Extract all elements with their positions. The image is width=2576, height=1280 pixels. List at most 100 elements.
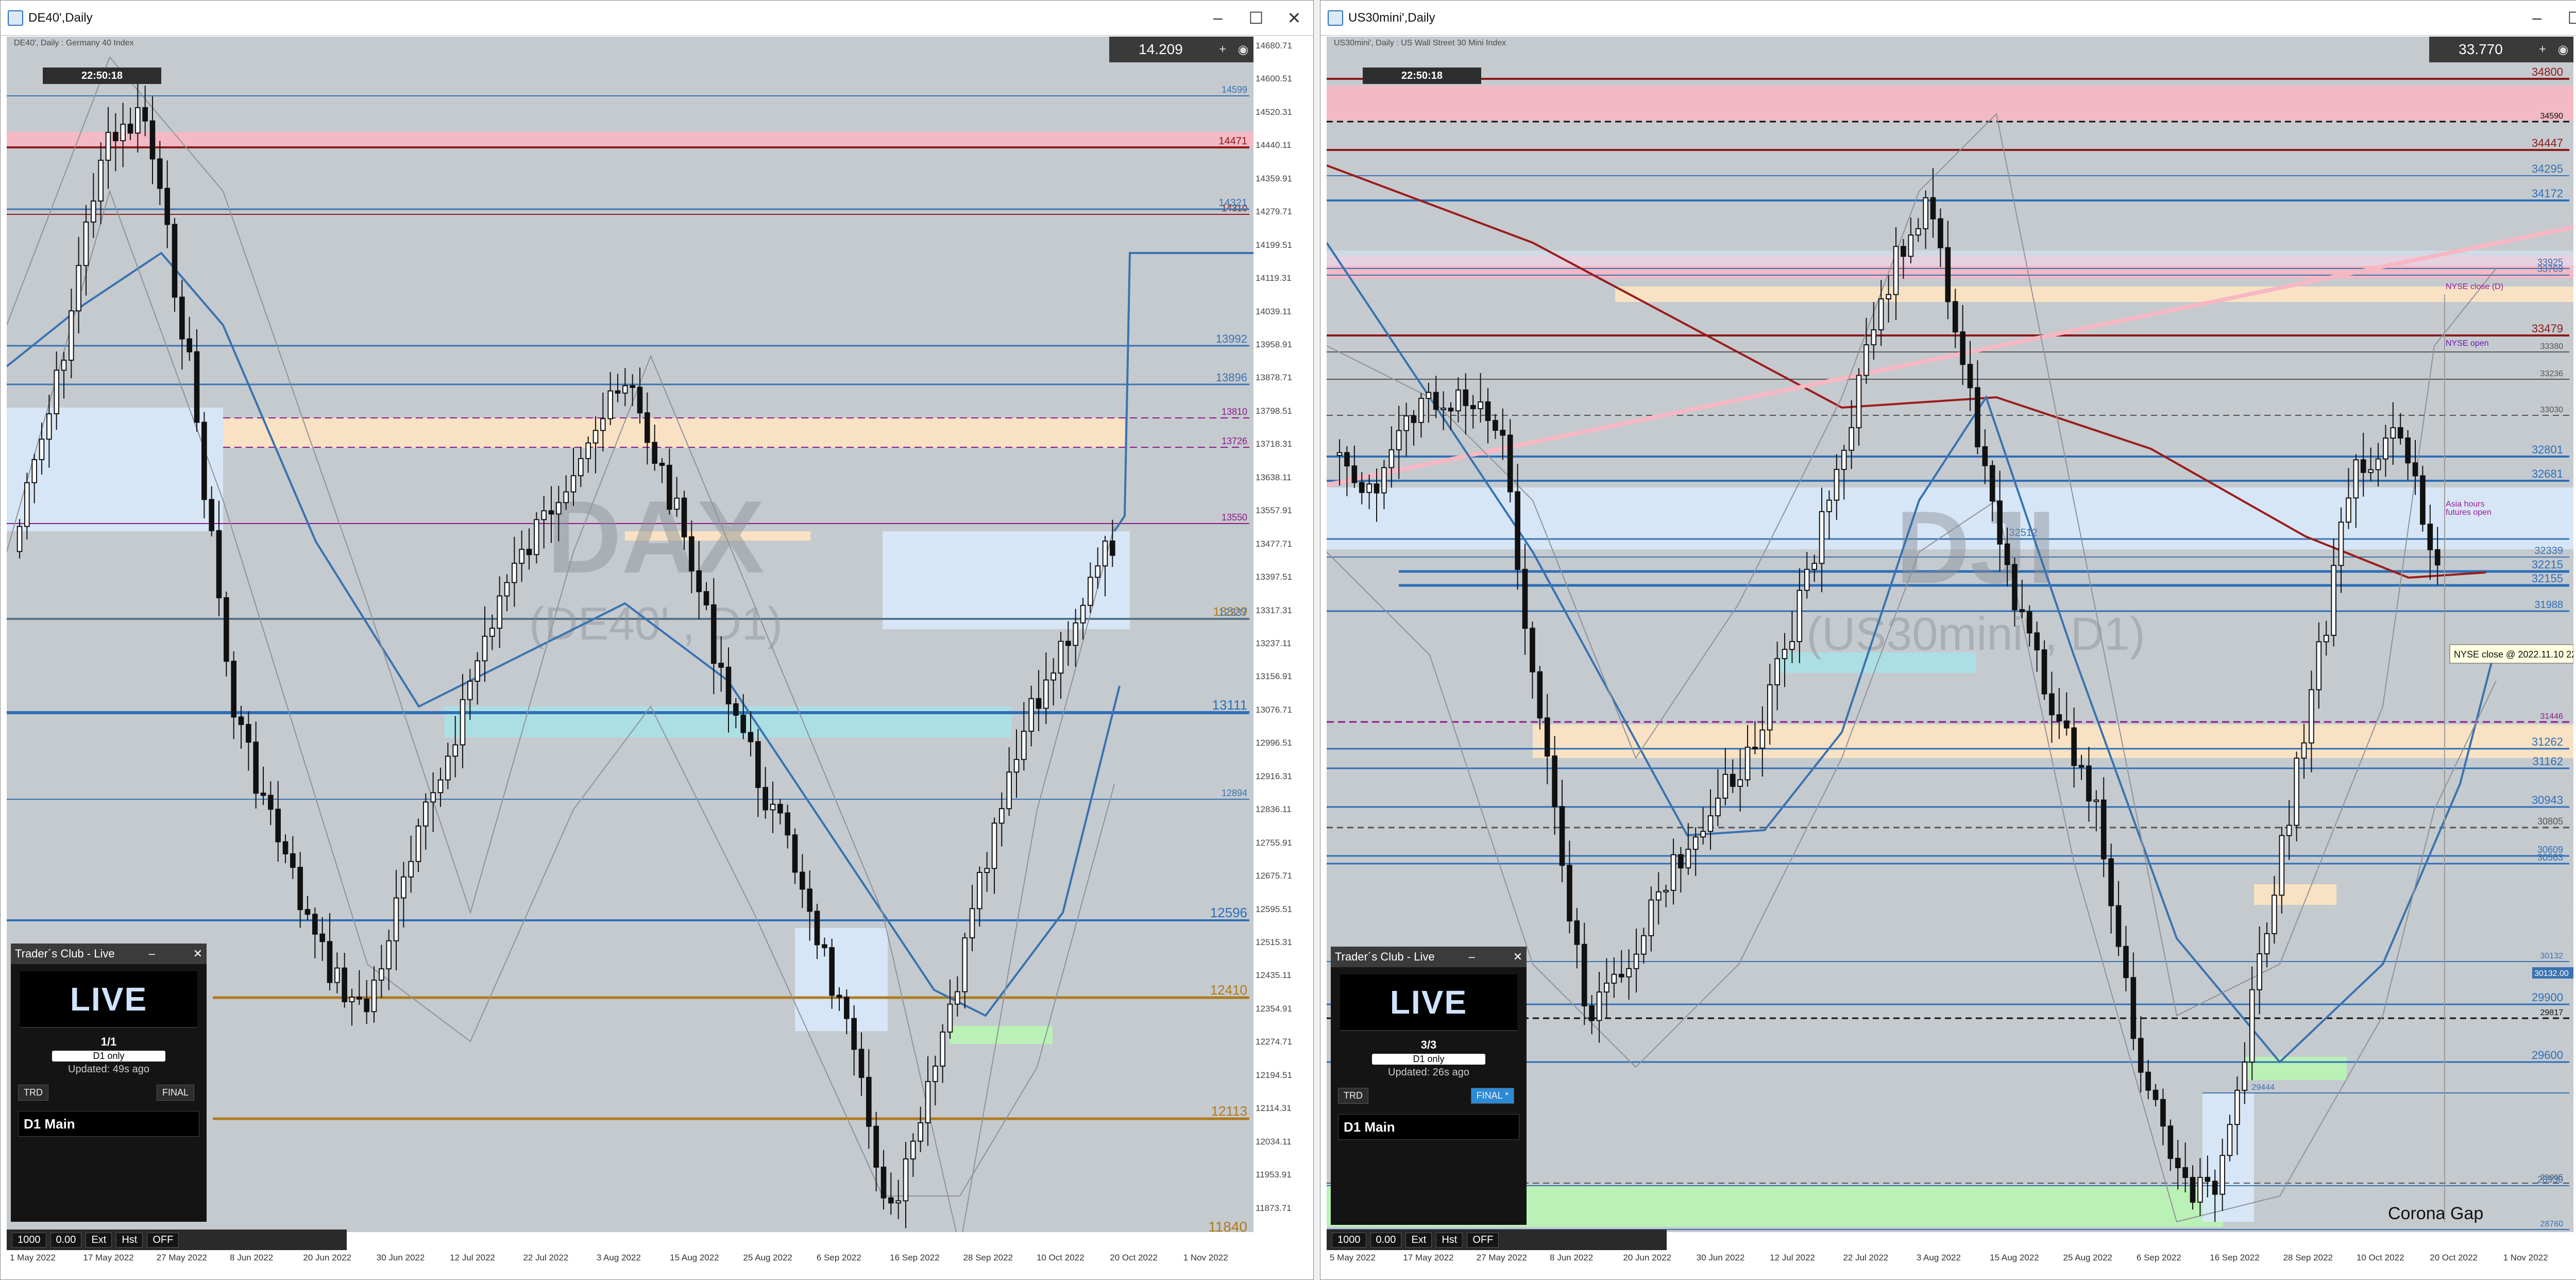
trd-button[interactable]: TRD (1338, 1088, 1368, 1104)
candle-body (1849, 427, 1854, 451)
candle-body (814, 911, 820, 946)
candle-body (142, 107, 148, 122)
level-label: 14321 (1218, 197, 1247, 209)
right-panel-main[interactable]: D1 Main (1338, 1114, 1519, 1140)
candle-body (2108, 858, 2114, 906)
candle-body (880, 1166, 887, 1199)
candle-body (1641, 935, 1647, 955)
date-tick: 8 Jun 2022 (230, 1253, 274, 1262)
ext-button[interactable]: Ext (1405, 1232, 1432, 1248)
candle-body (2316, 641, 2322, 690)
candle-body (1670, 854, 1676, 891)
date-tick: 27 May 2022 (156, 1253, 207, 1262)
date-tick: 8 Jun 2022 (1550, 1253, 1594, 1262)
plus-icon[interactable]: + (1212, 42, 1233, 57)
left-topbox[interactable]: 14.209 + ◉ (1109, 37, 1253, 62)
off-button[interactable]: OFF (1467, 1232, 1499, 1248)
candle-body (2145, 1071, 2151, 1091)
price-tick: 13798.51 (1256, 406, 1292, 416)
candle-body (1088, 577, 1093, 606)
globe-icon[interactable]: ◉ (1233, 42, 1253, 57)
candle-body (2434, 549, 2441, 566)
minimize-icon[interactable]: – (2518, 1, 2556, 36)
right-titlebar[interactable]: US30mini',Daily – ☐ ✕ (1320, 1, 2576, 36)
value-field[interactable]: 0.00 (50, 1232, 82, 1248)
level-label: 33479 (2532, 322, 2563, 335)
candle-body (1581, 944, 1587, 1007)
candle-body (2375, 458, 2381, 470)
panel-minimize-icon[interactable]: – (143, 947, 161, 961)
left-panel-main[interactable]: D1 Main (18, 1111, 199, 1137)
candle-body (570, 475, 577, 493)
right-topbox-value: 33.770 (2459, 41, 2503, 57)
level-label: 13111 (1212, 697, 1247, 713)
level-label: 30805 (2537, 816, 2563, 827)
maximize-icon[interactable]: ☐ (2556, 1, 2576, 36)
left-panel-filter[interactable]: D1 only (52, 1051, 165, 1062)
panel-minimize-icon[interactable]: – (1463, 950, 1481, 964)
right-traders-club-panel[interactable]: Trader´s Club - Live – ✕ LIVE 3/3 D1 onl… (1331, 947, 1527, 1225)
candle-body (592, 430, 599, 444)
candle-body (1102, 540, 1108, 567)
price-tick: 14279.71 (1256, 207, 1292, 217)
right-panel-header[interactable]: Trader´s Club - Live – ✕ (1331, 947, 1527, 967)
final-button[interactable]: FINAL (156, 1085, 194, 1101)
globe-icon[interactable]: ◉ (2553, 42, 2573, 57)
candle-body (423, 801, 429, 827)
lot-field[interactable]: 1000 (1332, 1232, 1366, 1248)
minimize-icon[interactable]: – (1199, 1, 1237, 36)
candle-body (1655, 891, 1662, 901)
candle-body (607, 390, 613, 419)
final-button[interactable]: FINAL * (1470, 1088, 1514, 1104)
level-label: 32681 (2532, 467, 2563, 480)
candle-body (991, 822, 997, 869)
candle-body (393, 897, 399, 941)
value-field[interactable]: 0.00 (1370, 1232, 1402, 1248)
price-tick: 12996.51 (1256, 738, 1292, 748)
level-label: 13896 (1216, 371, 1247, 384)
left-titlebar[interactable]: DE40',Daily – ☐ ✕ (1, 1, 1313, 36)
left-traders-club-panel[interactable]: Trader´s Club - Live – ✕ LIVE 1/1 D1 onl… (11, 944, 207, 1222)
candle-body (1626, 968, 1632, 978)
candle-body (703, 591, 709, 605)
candle-body (2264, 933, 2270, 954)
candle-body (54, 369, 59, 414)
off-button[interactable]: OFF (147, 1232, 179, 1248)
trd-button[interactable]: TRD (18, 1085, 48, 1101)
plus-icon[interactable]: + (2532, 42, 2553, 57)
candle-body (216, 530, 222, 598)
candle-body (2227, 1124, 2233, 1156)
candle-body (2383, 437, 2388, 460)
candle-body (1744, 747, 1751, 781)
candle-body (179, 296, 185, 340)
candle-body (127, 124, 133, 134)
candle-body (578, 458, 584, 477)
candle-body (1841, 449, 1847, 470)
candle-body (977, 872, 982, 910)
level-label: 28760 (2540, 1220, 2564, 1228)
close-icon[interactable]: ✕ (1275, 1, 1313, 36)
price-tick: 12836.11 (1256, 804, 1292, 815)
date-tick: 5 May 2022 (1330, 1253, 1376, 1262)
candle-body (386, 940, 392, 970)
candle-body (1834, 468, 1840, 501)
price-tick: 13237.11 (1256, 638, 1292, 648)
date-tick: 20 Oct 2022 (2430, 1253, 2478, 1262)
hst-button[interactable]: Hst (116, 1232, 143, 1248)
hst-button[interactable]: Hst (1436, 1232, 1463, 1248)
right-topbox[interactable]: 33.770 + ◉ (2429, 37, 2573, 62)
panel-close-icon[interactable]: ✕ (189, 947, 207, 961)
candle-body (667, 464, 672, 510)
right-panel-filter[interactable]: D1 only (1372, 1054, 1485, 1065)
candle-body (933, 1065, 938, 1082)
left-date-axis: 1 May 2022 17 May 2022 27 May 2022 8 Jun 20… (7, 1253, 1253, 1268)
live-logo: LIVE (1340, 974, 1517, 1031)
left-panel-header[interactable]: Trader´s Club - Live – ✕ (11, 944, 207, 964)
panel-close-icon[interactable]: ✕ (1509, 950, 1527, 964)
level-label: 33236 (2540, 369, 2564, 378)
ext-button[interactable]: Ext (86, 1232, 112, 1248)
candle-body (637, 386, 643, 414)
maximize-icon[interactable]: ☐ (1237, 1, 1275, 36)
lot-field[interactable]: 1000 (12, 1232, 46, 1248)
candle-body (2026, 611, 2032, 634)
